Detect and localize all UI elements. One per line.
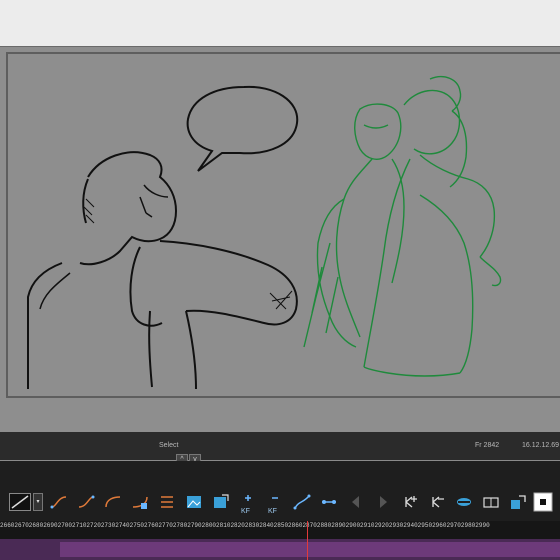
drawing-canvas[interactable]	[0, 47, 560, 432]
add-keyframe-label: KF	[241, 508, 250, 515]
link-keys-icon[interactable]	[319, 492, 339, 512]
film-icon[interactable]	[481, 492, 501, 512]
playhead[interactable]	[307, 521, 308, 560]
image-icon[interactable]	[184, 492, 204, 512]
curve-in-icon[interactable]	[49, 492, 69, 512]
ease-out-icon[interactable]	[130, 492, 150, 512]
timeline-ruler[interactable]: 2660267026802690270027102720273027402750…	[0, 521, 560, 539]
next-key-icon[interactable]	[373, 492, 393, 512]
frame-number: Fr 2842	[475, 442, 500, 449]
image-edit-icon[interactable]	[211, 492, 231, 512]
ease-in-icon[interactable]	[103, 492, 123, 512]
selection-label: Select	[159, 442, 179, 449]
key-minus-icon[interactable]	[427, 492, 447, 512]
timeline-toolbar: ▾ KF KF	[0, 461, 560, 521]
ruler-frame-numbers: 2660267026802690270027102720273027402750…	[0, 522, 490, 529]
stop-icon[interactable]	[533, 492, 553, 512]
tool-row: ▾ KF KF	[0, 489, 560, 519]
timecode: 16.12.12.69	[522, 442, 559, 449]
track-clip[interactable]	[60, 542, 560, 557]
top-bar	[0, 0, 560, 47]
timeline-track[interactable]	[0, 539, 560, 560]
previous-key-icon[interactable]	[346, 492, 366, 512]
export-icon[interactable]	[508, 492, 528, 512]
camera-icon[interactable]	[454, 492, 474, 512]
sketch-layer	[27, 75, 502, 390]
flip-icon[interactable]	[157, 492, 177, 512]
curve-out-icon[interactable]	[76, 492, 96, 512]
status-bar: Select Fr 2842 16.12.12.69 ^ v	[0, 432, 560, 464]
motion-path-icon[interactable]	[292, 492, 312, 512]
key-plus-icon[interactable]	[400, 492, 420, 512]
remove-keyframe-label: KF	[268, 508, 277, 515]
line-style-preview[interactable]	[9, 493, 31, 511]
line-style-dropdown[interactable]: ▾	[33, 493, 43, 511]
